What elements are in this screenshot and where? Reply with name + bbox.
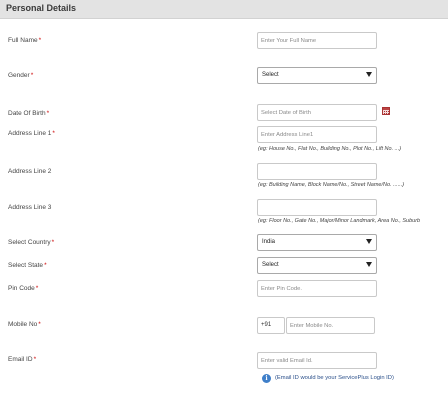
full-name-input[interactable] [257,32,377,49]
chevron-down-icon [366,262,372,267]
chevron-down-icon [366,239,372,244]
dob-label: Date Of Birth* [8,110,50,117]
dob-input[interactable] [257,104,377,121]
state-label: Select State* [8,262,47,269]
calendar-icon[interactable] [382,107,390,115]
gender-label: Gender* [8,72,34,79]
address-line-2-label: Address Line 2 [8,168,52,175]
address-line-1-input[interactable] [257,126,377,143]
country-select[interactable]: India [257,234,377,251]
mobile-input[interactable] [286,317,375,334]
address-line-3-hint: (eg: Floor No., Gate No., Major/Minor La… [258,218,421,224]
mobile-label: Mobile No* [8,321,41,328]
email-info-text: (Email ID would be your ServicePlus Logi… [275,375,394,381]
pin-code-input[interactable] [257,280,377,297]
full-name-label: Full Name* [8,37,42,44]
state-select[interactable]: Select [257,257,377,274]
info-icon: i [262,374,271,383]
address-line-1-label: Address Line 1* [8,130,55,137]
country-code-prefix: +91 [257,317,285,334]
address-line-2-input[interactable] [257,163,377,180]
section-title: Personal Details [6,3,77,13]
section-header: Personal Details [0,0,448,19]
email-input[interactable] [257,352,377,369]
chevron-down-icon [366,72,372,77]
email-label: Email ID* [8,356,37,363]
pin-code-label: Pin Code* [8,285,39,292]
address-line-3-label: Address Line 3 [8,204,52,211]
gender-select-value: Select [262,72,279,78]
address-line-2-hint: (eg: Building Name, Block Name/No., Stre… [258,182,405,188]
country-select-value: India [262,239,276,245]
state-select-value: Select [262,262,279,268]
gender-select[interactable]: Select [257,67,377,84]
country-label: Select Country* [8,239,55,246]
address-line-1-hint: (eg: House No., Flat No., Building No., … [258,146,402,152]
address-line-3-input[interactable] [257,199,377,216]
